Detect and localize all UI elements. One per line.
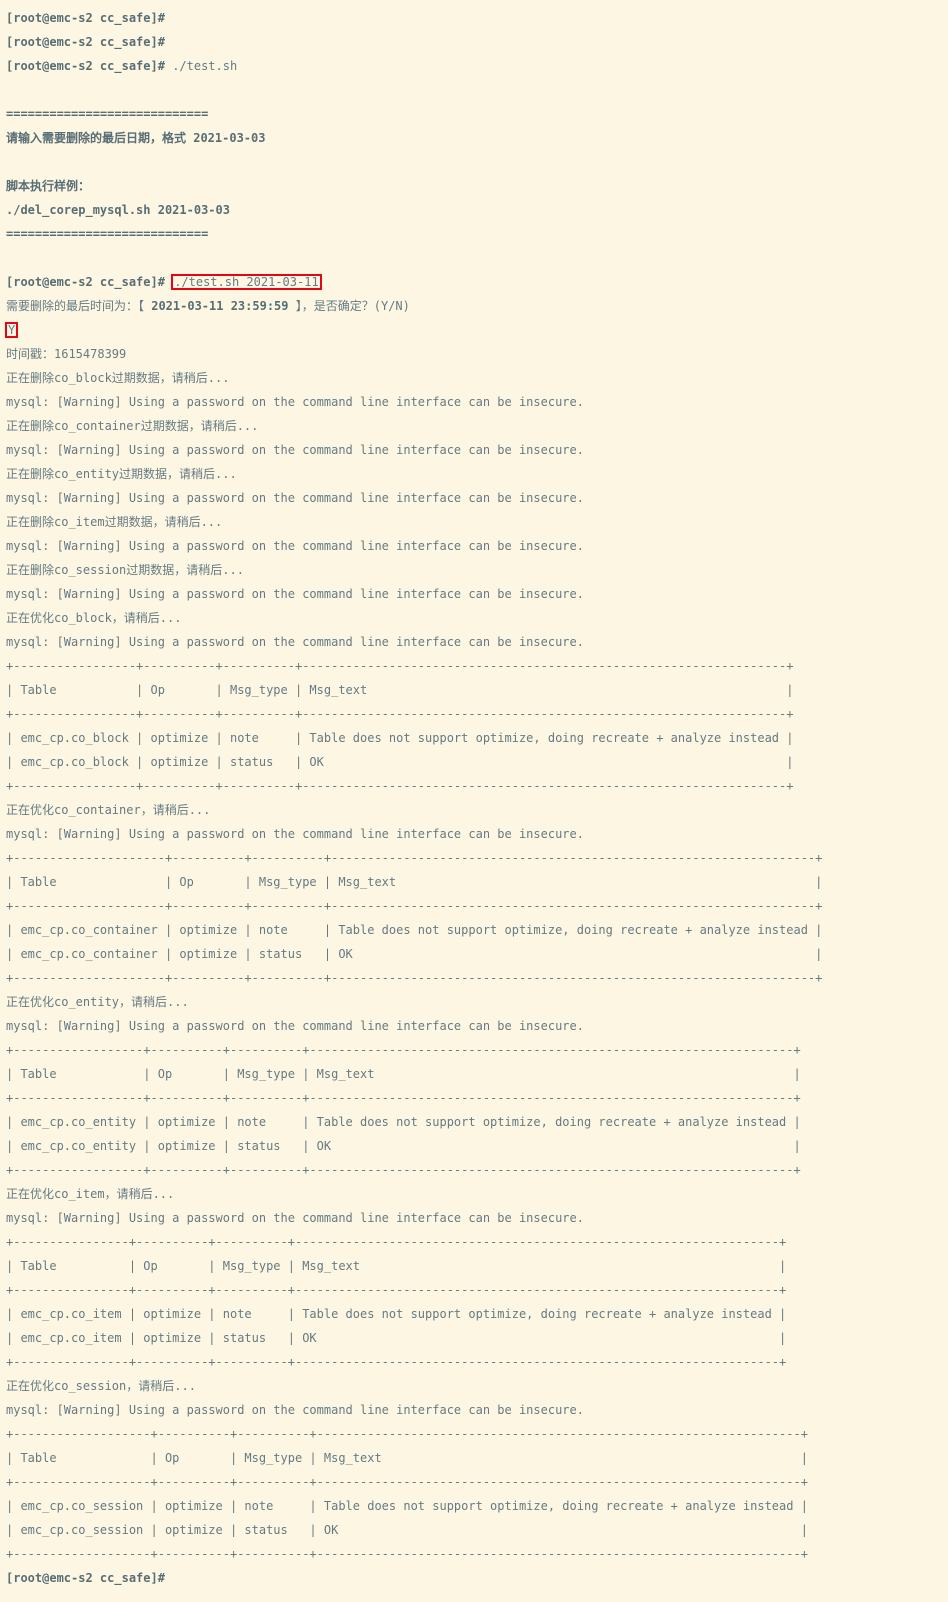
mysql-warning: mysql: [Warning] Using a password on the… [6, 828, 942, 840]
table-row: | emc_cp.co_entity | optimize | note | T… [6, 1116, 942, 1128]
progress-text: 正在删除co_session过期数据，请稍后... [6, 564, 942, 576]
progress-text: 正在删除co_block过期数据，请稍后... [6, 372, 942, 384]
table-sep: +----------------+----------+----------+… [6, 1236, 942, 1248]
mysql-warning: mysql: [Warning] Using a password on the… [6, 444, 942, 456]
highlighted-confirm: Y [5, 322, 18, 338]
prompt: [root@emc-s2 cc_safe]# [6, 1571, 165, 1585]
table-sep: +-----------------+----------+----------… [6, 708, 942, 720]
divider: ============================ [6, 108, 942, 120]
table-sep: +------------------+----------+---------… [6, 1092, 942, 1104]
usage-text: 脚本执行样例： [6, 180, 942, 192]
progress-text: 正在优化co_item，请稍后... [6, 1188, 942, 1200]
prompt: [root@emc-s2 cc_safe]# [6, 11, 165, 25]
table-header: | Table | Op | Msg_type | Msg_text | [6, 1260, 942, 1272]
progress-text: 正在优化co_container，请稍后... [6, 804, 942, 816]
table-row: | emc_cp.co_block | optimize | note | Ta… [6, 732, 942, 744]
progress-text: 正在删除co_container过期数据，请稍后... [6, 420, 942, 432]
table-sep: +---------------------+----------+------… [6, 972, 942, 984]
table-sep: +------------------+----------+---------… [6, 1164, 942, 1176]
usage-text: ./del_corep_mysql.sh 2021-03-03 [6, 204, 942, 216]
mysql-warning: mysql: [Warning] Using a password on the… [6, 396, 942, 408]
table-sep: +---------------------+----------+------… [6, 852, 942, 864]
progress-text: 正在删除co_entity过期数据，请稍后... [6, 468, 942, 480]
table-sep: +-----------------+----------+----------… [6, 780, 942, 792]
usage-text: 请输入需要删除的最后日期，格式 2021-03-03 [6, 132, 942, 144]
table-sep: +---------------------+----------+------… [6, 900, 942, 912]
terminal[interactable]: [root@emc-s2 cc_safe]# [root@emc-s2 cc_s… [0, 0, 948, 1602]
table-header: | Table | Op | Msg_type | Msg_text | [6, 1452, 942, 1464]
mysql-warning: mysql: [Warning] Using a password on the… [6, 540, 942, 552]
table-header: | Table | Op | Msg_type | Msg_text | [6, 684, 942, 696]
table-sep: +----------------+----------+----------+… [6, 1356, 942, 1368]
table-row: | emc_cp.co_entity | optimize | status |… [6, 1140, 942, 1152]
progress-text: 正在优化co_entity，请稍后... [6, 996, 942, 1008]
table-row: | emc_cp.co_session | optimize | status … [6, 1524, 942, 1536]
mysql-warning: mysql: [Warning] Using a password on the… [6, 1020, 942, 1032]
mysql-warning: mysql: [Warning] Using a password on the… [6, 1212, 942, 1224]
confirm-msg-prefix: 需要删除的最后时间为：【 [6, 299, 151, 313]
progress-text: 正在删除co_item过期数据，请稍后... [6, 516, 942, 528]
table-sep: +-------------------+----------+--------… [6, 1548, 942, 1560]
table-row: | emc_cp.co_block | optimize | status | … [6, 756, 942, 768]
prompt: [root@emc-s2 cc_safe]# [6, 275, 165, 289]
mysql-warning: mysql: [Warning] Using a password on the… [6, 588, 942, 600]
table-sep: +-------------------+----------+--------… [6, 1476, 942, 1488]
cmd-test-sh-date: ./test.sh 2021-03-11 [174, 275, 319, 289]
progress-text: 正在优化co_block，请稍后... [6, 612, 942, 624]
table-row: | emc_cp.co_container | optimize | note … [6, 924, 942, 936]
cmd-test-sh: ./test.sh [172, 59, 237, 73]
table-row: | emc_cp.co_session | optimize | note | … [6, 1500, 942, 1512]
prompt: [root@emc-s2 cc_safe]# [6, 35, 165, 49]
table-row: | emc_cp.co_item | optimize | status | O… [6, 1332, 942, 1344]
confirm-msg-suffix: 】，是否确定？(Y/N) [289, 299, 410, 313]
table-sep: +------------------+----------+---------… [6, 1044, 942, 1056]
mysql-warning: mysql: [Warning] Using a password on the… [6, 1404, 942, 1416]
divider: ============================ [6, 228, 942, 240]
table-row: | emc_cp.co_item | optimize | note | Tab… [6, 1308, 942, 1320]
timestamp: 时间戳：1615478399 [6, 348, 942, 360]
table-row: | emc_cp.co_container | optimize | statu… [6, 948, 942, 960]
mysql-warning: mysql: [Warning] Using a password on the… [6, 492, 942, 504]
table-sep: +-----------------+----------+----------… [6, 660, 942, 672]
table-sep: +-------------------+----------+--------… [6, 1428, 942, 1440]
confirm-time: 2021-03-11 23:59:59 [151, 299, 288, 313]
mysql-warning: mysql: [Warning] Using a password on the… [6, 636, 942, 648]
progress-text: 正在优化co_session，请稍后... [6, 1380, 942, 1392]
table-sep: +----------------+----------+----------+… [6, 1284, 942, 1296]
table-header: | Table | Op | Msg_type | Msg_text | [6, 876, 942, 888]
confirm-input: Y [8, 323, 15, 337]
table-header: | Table | Op | Msg_type | Msg_text | [6, 1068, 942, 1080]
highlighted-cmd: ./test.sh 2021-03-11 [171, 274, 322, 290]
prompt: [root@emc-s2 cc_safe]# [6, 59, 165, 73]
